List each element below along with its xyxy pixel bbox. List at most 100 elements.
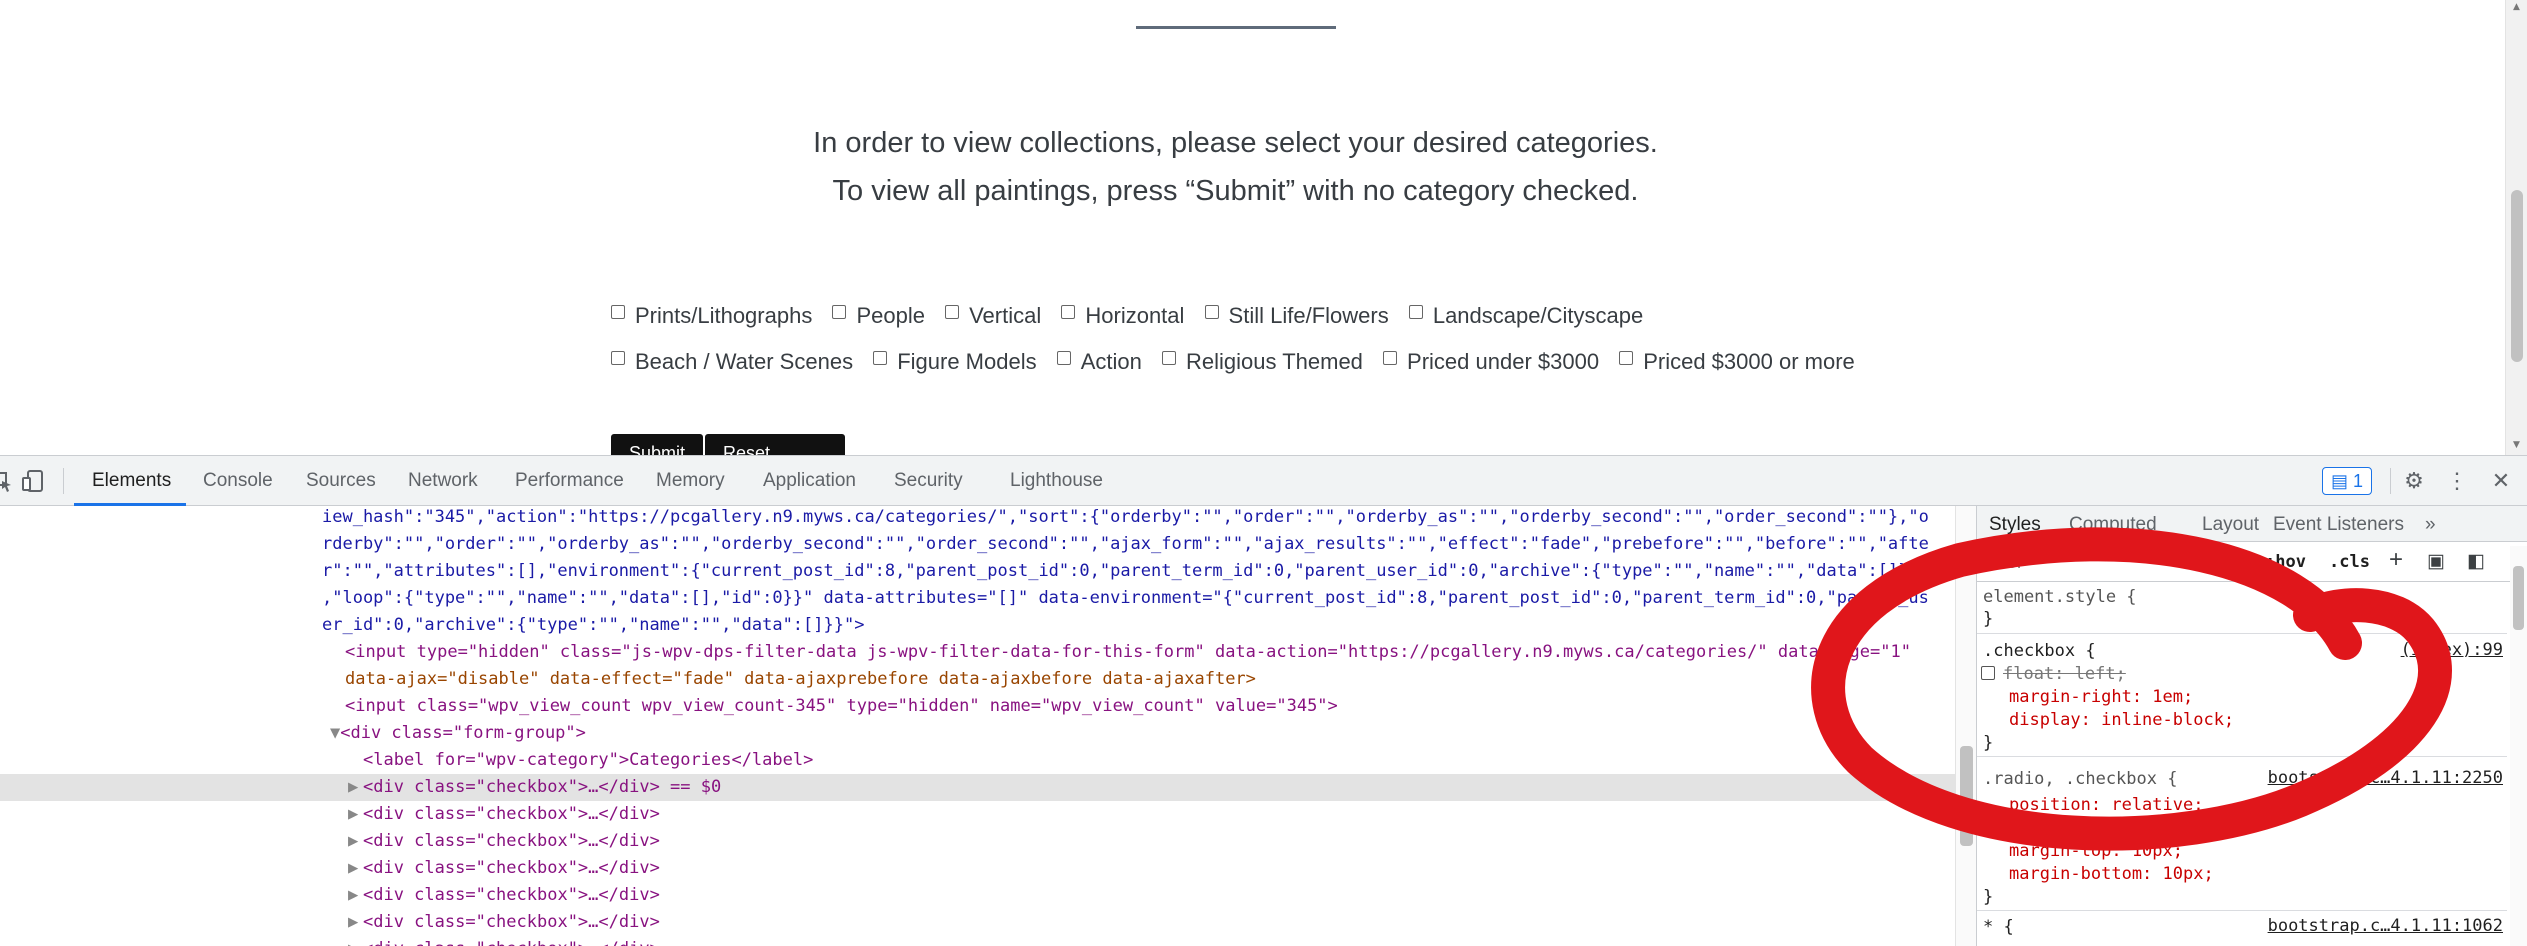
category-checkbox[interactable]: Prints/Lithographs bbox=[611, 303, 812, 329]
checkbox[interactable] bbox=[611, 305, 625, 319]
element-style-selector[interactable]: element.style { bbox=[1983, 586, 2137, 608]
checkbox[interactable] bbox=[832, 305, 847, 319]
styles-scrollbar[interactable] bbox=[2510, 546, 2527, 946]
style-property[interactable]: position: relative; bbox=[2009, 794, 2203, 816]
tab-layout[interactable]: Layout bbox=[2202, 514, 2259, 536]
checkbox[interactable] bbox=[873, 351, 888, 365]
dom-line[interactable]: ▶<div class="checkbox">…</div> bbox=[0, 801, 1955, 828]
property-toggle-checkbox[interactable] bbox=[1981, 666, 1995, 680]
tab-lighthouse[interactable]: Lighthouse bbox=[1010, 470, 1103, 492]
checkbox[interactable] bbox=[1162, 351, 1176, 365]
category-checkbox[interactable]: Priced $3000 or more bbox=[1619, 349, 1855, 375]
dom-line[interactable]: er_id":0,"archive":{"type":"","name":"",… bbox=[322, 612, 1955, 639]
dom-line[interactable]: ▶<div class="checkbox">…</div> bbox=[0, 909, 1955, 936]
sidebar-toggle-icon[interactable]: ◧ bbox=[2467, 550, 2485, 573]
new-rule-icon[interactable]: + bbox=[2389, 546, 2403, 574]
tab-memory[interactable]: Memory bbox=[656, 470, 725, 492]
category-checkbox[interactable]: Horizontal bbox=[1061, 303, 1184, 329]
dom-line[interactable]: <input class="wpv_view_count wpv_view_co… bbox=[345, 693, 1955, 720]
collapsed-triangle-icon[interactable]: ▶ bbox=[348, 909, 358, 936]
submit-button[interactable]: Submit bbox=[611, 434, 703, 455]
dom-line[interactable]: rderby":"","order":"","orderby_as":"","o… bbox=[322, 531, 1955, 558]
tab-sources[interactable]: Sources bbox=[306, 470, 376, 492]
tab-security[interactable]: Security bbox=[894, 470, 963, 492]
dom-line[interactable]: ▶<div class="checkbox">…</div> bbox=[0, 936, 1955, 946]
dom-line[interactable]: ▶<div class="checkbox">…</div> bbox=[0, 828, 1955, 855]
style-property[interactable]: margin-right: 1em; bbox=[2009, 686, 2193, 708]
category-checkbox[interactable]: Religious Themed bbox=[1162, 349, 1363, 375]
dom-line[interactable]: data-ajax="disable" data-effect="fade" d… bbox=[345, 666, 1955, 693]
checkbox[interactable] bbox=[611, 351, 625, 365]
checkbox[interactable] bbox=[1619, 351, 1634, 365]
device-toggle-icon[interactable] bbox=[20, 468, 46, 494]
tab-console[interactable]: Console bbox=[203, 470, 273, 492]
collapsed-triangle-icon[interactable]: ▶ bbox=[348, 774, 358, 801]
category-checkbox[interactable]: Priced under $3000 bbox=[1383, 349, 1599, 375]
dom-line[interactable]: <input type="hidden" class="js-wpv-dps-f… bbox=[345, 639, 1955, 666]
styles-scroll-thumb[interactable] bbox=[2513, 566, 2524, 630]
elements-scrollbar[interactable] bbox=[1955, 506, 1976, 946]
cls-toggle[interactable]: .cls bbox=[2329, 552, 2370, 572]
dom-line[interactable]: <label for="wpv-category">Categories</la… bbox=[363, 747, 1955, 774]
checkbox[interactable] bbox=[1204, 305, 1219, 319]
close-icon[interactable]: ✕ bbox=[2488, 468, 2514, 494]
collapsed-triangle-icon[interactable]: ▶ bbox=[348, 801, 358, 828]
expand-triangle-icon[interactable]: ▼ bbox=[330, 723, 340, 743]
tab-performance[interactable]: Performance bbox=[515, 470, 624, 492]
collapsed-triangle-icon[interactable]: ▶ bbox=[348, 882, 358, 909]
collapsed-triangle-icon[interactable]: ▶ bbox=[348, 936, 358, 946]
checkbox[interactable] bbox=[1056, 351, 1071, 365]
checkbox[interactable] bbox=[945, 305, 960, 319]
collapsed-triangle-icon[interactable]: ▶ bbox=[348, 828, 358, 855]
tab-elements[interactable]: Elements bbox=[92, 470, 171, 492]
inspect-icon[interactable] bbox=[0, 468, 14, 494]
checkbox[interactable] bbox=[1408, 305, 1423, 319]
tab-application[interactable]: Application bbox=[763, 470, 856, 492]
dom-line[interactable]: iew_hash":"345","action":"https://pcgall… bbox=[322, 506, 1955, 531]
bootstrap-source-link[interactable]: bootstrap.c…4.1.11:2250 bbox=[2268, 768, 2503, 788]
checkbox-rule-selector[interactable]: .checkbox { bbox=[1983, 640, 2096, 662]
scroll-up-arrow-icon[interactable]: ▲ bbox=[2513, 2, 2520, 12]
tab-computed[interactable]: Computed bbox=[2069, 514, 2157, 536]
hov-toggle[interactable]: :hov bbox=[2265, 552, 2306, 572]
category-checkbox[interactable]: Landscape/Cityscape bbox=[1408, 303, 1643, 329]
checkbox-rule-source-link[interactable]: (index):99 bbox=[2401, 640, 2503, 660]
style-property[interactable]: display: inline-block; bbox=[2009, 709, 2234, 731]
style-property[interactable]: display: block; bbox=[2009, 817, 2163, 839]
style-property[interactable]: float: left; bbox=[1981, 663, 2126, 685]
more-tabs-icon[interactable]: » bbox=[2425, 514, 2436, 536]
more-icon[interactable]: ⋮ bbox=[2444, 468, 2470, 494]
category-checkbox[interactable]: Beach / Water Scenes bbox=[611, 349, 853, 375]
checkbox[interactable] bbox=[1061, 305, 1076, 319]
dom-line[interactable]: ▶<div class="checkbox">…</div> bbox=[0, 882, 1955, 909]
category-checkbox[interactable]: Still Life/Flowers bbox=[1204, 303, 1389, 329]
bootstrap-source-link[interactable]: bootstrap.c…4.1.11:1062 bbox=[2268, 916, 2503, 936]
dom-line[interactable]: ,"loop":{"type":"","name":"","data":[],"… bbox=[322, 585, 1955, 612]
tab-event-listeners[interactable]: Event Listeners bbox=[2273, 514, 2404, 536]
radio-checkbox-rule-selector[interactable]: .radio, .checkbox { bbox=[1983, 768, 2177, 790]
style-property[interactable]: margin-top: 10px; bbox=[2009, 840, 2183, 862]
checkbox[interactable] bbox=[1383, 351, 1398, 365]
collapsed-triangle-icon[interactable]: ▶ bbox=[348, 855, 358, 882]
tab-network[interactable]: Network bbox=[408, 470, 478, 492]
page-scrollbar[interactable]: ▲ ▼ bbox=[2505, 0, 2527, 455]
styles-filter-input[interactable] bbox=[1983, 550, 2243, 574]
scroll-down-arrow-icon[interactable]: ▼ bbox=[2513, 440, 2520, 450]
dom-line[interactable]: r":"","attributes":[],"environment":{"cu… bbox=[322, 558, 1955, 585]
dom-line-selected[interactable]: ▶ <div class="checkbox">…</div> == $0 bbox=[0, 774, 1955, 801]
issues-badge[interactable]: ▤ 1 bbox=[2322, 467, 2372, 495]
dom-line[interactable]: ▼<div class="form-group"> bbox=[330, 720, 1955, 747]
category-checkbox[interactable]: Action bbox=[1056, 349, 1142, 375]
elements-scroll-thumb[interactable] bbox=[1960, 746, 1973, 846]
paint-icon[interactable]: ▣ bbox=[2427, 550, 2445, 573]
category-checkbox[interactable]: People bbox=[832, 303, 925, 329]
gear-icon[interactable]: ⚙ bbox=[2401, 468, 2427, 494]
dom-line[interactable]: ▶<div class="checkbox">…</div> bbox=[0, 855, 1955, 882]
category-checkbox[interactable]: Figure Models bbox=[873, 349, 1037, 375]
tab-styles[interactable]: Styles bbox=[1989, 514, 2041, 536]
universal-rule-selector[interactable]: * { bbox=[1983, 916, 2014, 938]
category-checkbox[interactable]: Vertical bbox=[945, 303, 1041, 329]
reset-search-button[interactable]: Reset Search bbox=[705, 434, 845, 455]
style-property[interactable]: margin-bottom: 10px; bbox=[2009, 863, 2214, 885]
page-scroll-thumb[interactable] bbox=[2511, 190, 2523, 362]
